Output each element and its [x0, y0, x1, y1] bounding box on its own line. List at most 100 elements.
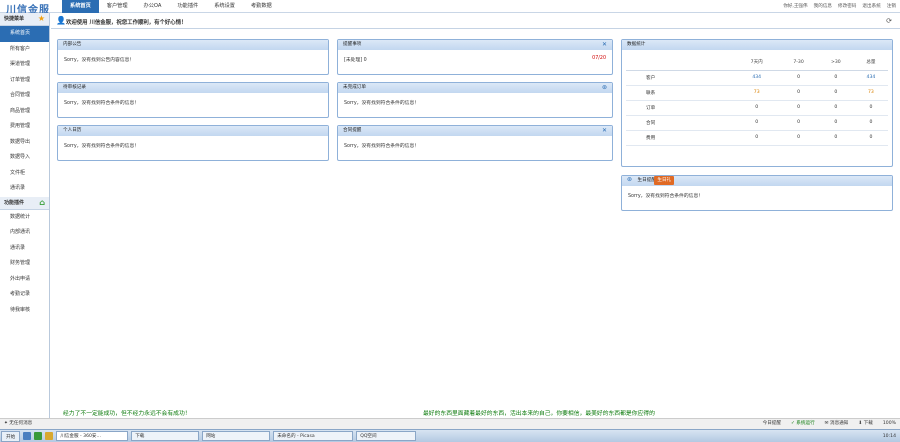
stat-cell: 0 [779, 100, 818, 116]
taskbar-item-browser[interactable]: 川信金服 - 360安... [56, 431, 129, 441]
panel-title: 合同提醒 [343, 128, 362, 133]
panel-header: 合同提醒 ✕ [338, 126, 612, 136]
sidebar-item-finance[interactable]: 财务管理 [0, 256, 49, 272]
stat-cell[interactable]: 434 [734, 70, 780, 86]
welcome-text: 欢迎使用 川信金服，祝您工作顺利，有个好心情！ [66, 20, 187, 26]
stat-cell: 0 [853, 115, 888, 131]
row-label: 客户 [626, 70, 735, 86]
sidebar-item-attendance-records[interactable]: 考勤记录 [0, 287, 49, 303]
sidebar-item-contracts[interactable]: 合同管理 [0, 88, 49, 104]
table-row: 客户 434 0 0 434 [626, 70, 888, 86]
status-reminder[interactable]: 今日提醒 [763, 419, 781, 429]
panel-title: 数据统计 [627, 42, 646, 47]
nav-tab-plugins[interactable]: 功能插件 [169, 0, 206, 13]
panel-title: 生日提醒 [637, 178, 656, 183]
stat-cell[interactable]: 73 [734, 85, 780, 101]
row-label: 订单 [626, 100, 735, 116]
folder-icon[interactable] [45, 432, 54, 440]
clock[interactable]: 10:14 [883, 434, 896, 439]
stat-cell: 0 [853, 130, 888, 146]
home-icon: ⌂ [39, 197, 45, 207]
sidebar-item-data-export[interactable]: 数据导出 [0, 135, 49, 151]
sidebar-item-products[interactable]: 商品管理 [0, 104, 49, 120]
nav-tab-settings[interactable]: 系统设置 [206, 0, 243, 13]
nav-tab-attendance[interactable]: 考勤数据 [243, 0, 280, 13]
status-zoom[interactable]: 100% [883, 419, 896, 429]
stats-table: 7天内 7-30 >30 总量 客户 434 0 0 434 联系 73 0 0… [626, 55, 888, 146]
panel-unpaid-orders: 未完成订单 ⊛ Sorry，没有找到符合条件的信息！ [337, 82, 613, 118]
table-row: 合同 0 0 0 0 [626, 115, 888, 131]
collapse-icon[interactable]: ✕ [602, 127, 607, 135]
sidebar-header-plugins: 功能插件 ⌂ [0, 196, 49, 210]
panel-header: 数据统计 [622, 40, 892, 50]
panel-birthday: ⊛ 生日提醒 生日礼 Sorry，没有找到符合条件的信息！ [621, 175, 893, 211]
sidebar-item-pending-review[interactable]: 待我审核 [0, 303, 49, 319]
user-icon: 👤 [56, 16, 66, 25]
nav-tab-home[interactable]: 系统首页 [62, 0, 99, 13]
panel-reminder: 提醒事项 ✕ [未处理] 0 07/20 [337, 39, 613, 75]
panel-title: 提醒事项 [343, 42, 362, 47]
sidebar-item-file-cabinet[interactable]: 文件柜 [0, 166, 49, 182]
panel-body: Sorry，没有找到公告内容信息！ [64, 58, 135, 63]
panel-schedule: 个人日历 Sorry，没有找到符合条件的信息！ [57, 125, 329, 161]
top-link-exit[interactable]: 退出系统 [862, 0, 880, 13]
panel-body: Sorry，没有找到符合条件的信息！ [628, 194, 704, 199]
browser-icon[interactable] [34, 432, 43, 440]
top-link-logout[interactable]: 注销 [887, 0, 896, 13]
table-row: 费用 0 0 0 0 [626, 130, 888, 146]
sidebar-item-outing-request[interactable]: 外出申请 [0, 272, 49, 288]
desktop-icon[interactable] [23, 432, 32, 440]
top-link-change-password[interactable]: 修改密码 [838, 0, 856, 13]
status-download[interactable]: ⬇ 下载 [858, 419, 873, 429]
panel-body: Sorry，没有找到符合条件的信息！ [64, 101, 140, 106]
sidebar-item-home[interactable]: 系统首页 [0, 26, 49, 42]
status-left[interactable]: ✦ 无任何消息 [4, 419, 32, 429]
scrolling-message: 经力了不一定能成功，但不经力永远不会有成功！ 最好的东西里面藏着最好的东西，活出… [51, 410, 900, 418]
birthday-badge[interactable]: 生日礼 [654, 176, 675, 185]
sidebar-item-contacts[interactable]: 通讯录 [0, 241, 49, 257]
refresh-circle-icon[interactable]: ⊛ [602, 84, 607, 92]
sidebar-item-statistics[interactable]: 数据统计 [0, 210, 49, 226]
collapse-icon[interactable]: ✕ [602, 41, 607, 49]
stat-cell[interactable]: 73 [853, 85, 888, 101]
reminder-status[interactable]: [未处理] 0 [344, 58, 367, 63]
panel-title: 个人日历 [63, 128, 82, 133]
status-system[interactable]: ✓ 系统运行 [791, 419, 815, 429]
nav-tab-office-oa[interactable]: 办公OA [136, 0, 170, 13]
status-notify[interactable]: ✉ 消息通知 [825, 419, 849, 429]
nav-tab-customers[interactable]: 客户管理 [99, 0, 136, 13]
stat-cell: 0 [734, 115, 780, 131]
top-link-greeting: 你好,王强伟 [783, 4, 808, 9]
taskbar-item-website[interactable]: 网站 [202, 431, 271, 441]
top-link-my-info[interactable]: 我的信息 [814, 0, 832, 13]
refresh-circle-icon[interactable]: ⊛ [627, 176, 632, 183]
panel-header: 未完成订单 ⊛ [338, 83, 612, 93]
marquee-text-1: 经力了不一定能成功，但不经力永远不会有成功！ [63, 411, 191, 417]
stat-cell: 0 [779, 130, 818, 146]
sidebar-item-expenses[interactable]: 费用管理 [0, 119, 49, 135]
stats-col-header: 总量 [853, 55, 888, 71]
stats-header-row: 7天内 7-30 >30 总量 [626, 55, 888, 71]
sidebar-header-shortcuts: 快捷菜单 ★ [0, 13, 49, 26]
sidebar-header-label: 功能插件 [4, 199, 25, 206]
sidebar-item-data-import[interactable]: 数据导入 [0, 150, 49, 166]
taskbar-item-picasa[interactable]: 未命名的 - Picasa [273, 431, 354, 441]
panel-title: 未完成订单 [343, 85, 366, 90]
sidebar-item-address-book[interactable]: 通讯录 [0, 181, 49, 197]
sidebar-item-channels[interactable]: 渠道管理 [0, 57, 49, 73]
taskbar-item-qzone[interactable]: QQ空间 [356, 431, 417, 441]
sidebar-item-all-customers[interactable]: 所有客户 [0, 42, 49, 58]
panel-title: 待审核记录 [63, 85, 86, 90]
stat-cell: 0 [779, 115, 818, 131]
top-links: 你好,王强伟 我的信息 修改密码 退出系统 注销 [783, 0, 896, 13]
stats-col-header [626, 55, 735, 71]
refresh-icon[interactable]: ⟳ [886, 16, 892, 26]
top-navigation-bar: 川信金服 系统首页 客户管理 办公OA 功能插件 系统设置 考勤数据 你好,王强… [0, 0, 900, 16]
sidebar-item-internal-messages[interactable]: 内部通讯 [0, 225, 49, 241]
sidebar-item-orders[interactable]: 订单管理 [0, 73, 49, 89]
stat-cell[interactable]: 434 [853, 70, 888, 86]
taskbar-item-downloads[interactable]: 下载 [131, 431, 200, 441]
start-button[interactable]: 开始 [1, 430, 21, 442]
marquee-text-2: 最好的东西里面藏着最好的东西，活出本来的自己，你要相信，最美好的东西都是你应得的 [423, 411, 655, 417]
row-label: 费用 [626, 130, 735, 146]
